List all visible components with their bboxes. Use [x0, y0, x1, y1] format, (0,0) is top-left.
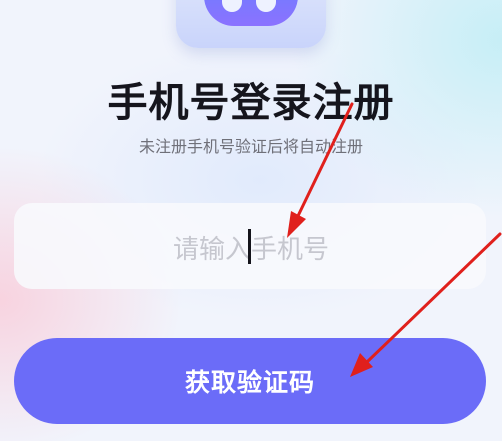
- app-logo-icon: [176, 0, 326, 48]
- text-caret: [248, 229, 251, 264]
- page-title: 手机号登录注册: [107, 80, 395, 126]
- page-subtitle: 未注册手机号验证后将自动注册: [138, 137, 363, 156]
- logo-shape: [204, 0, 298, 26]
- phone-input-placeholder: 请输入手机号: [0, 229, 502, 266]
- get-code-button[interactable]: 获取验证码: [14, 338, 486, 424]
